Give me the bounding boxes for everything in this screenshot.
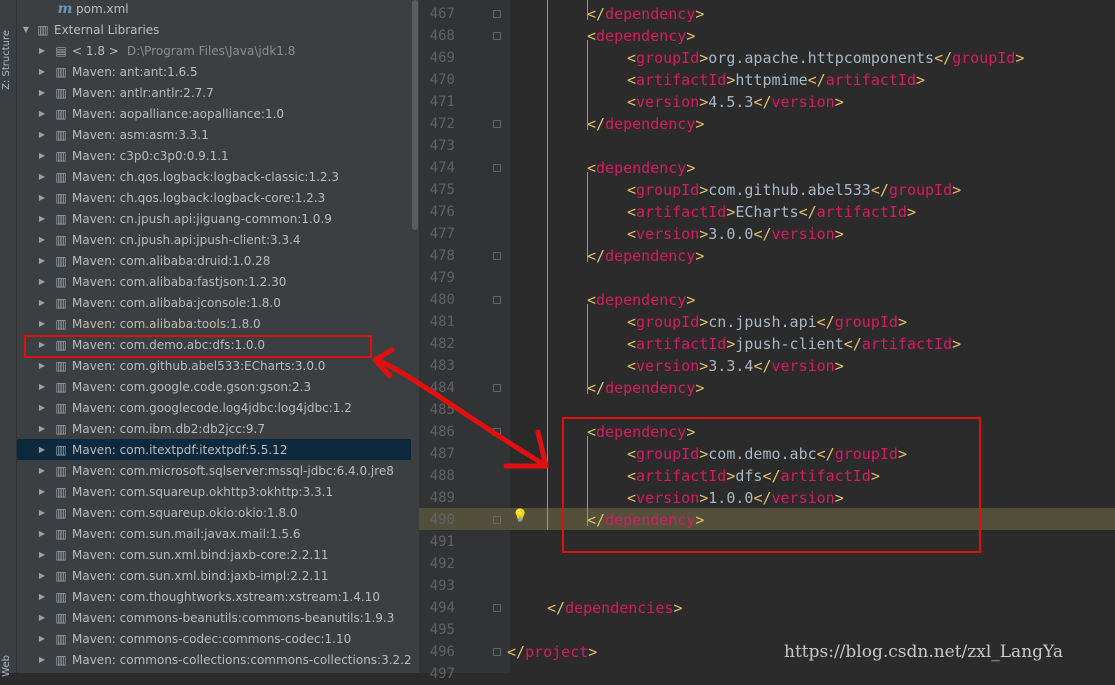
annotation-arrow-svg (372, 347, 549, 469)
watermark: https://blog.csdn.net/zxl_LangYa (784, 642, 1064, 662)
annotation-arrow (375, 357, 548, 468)
